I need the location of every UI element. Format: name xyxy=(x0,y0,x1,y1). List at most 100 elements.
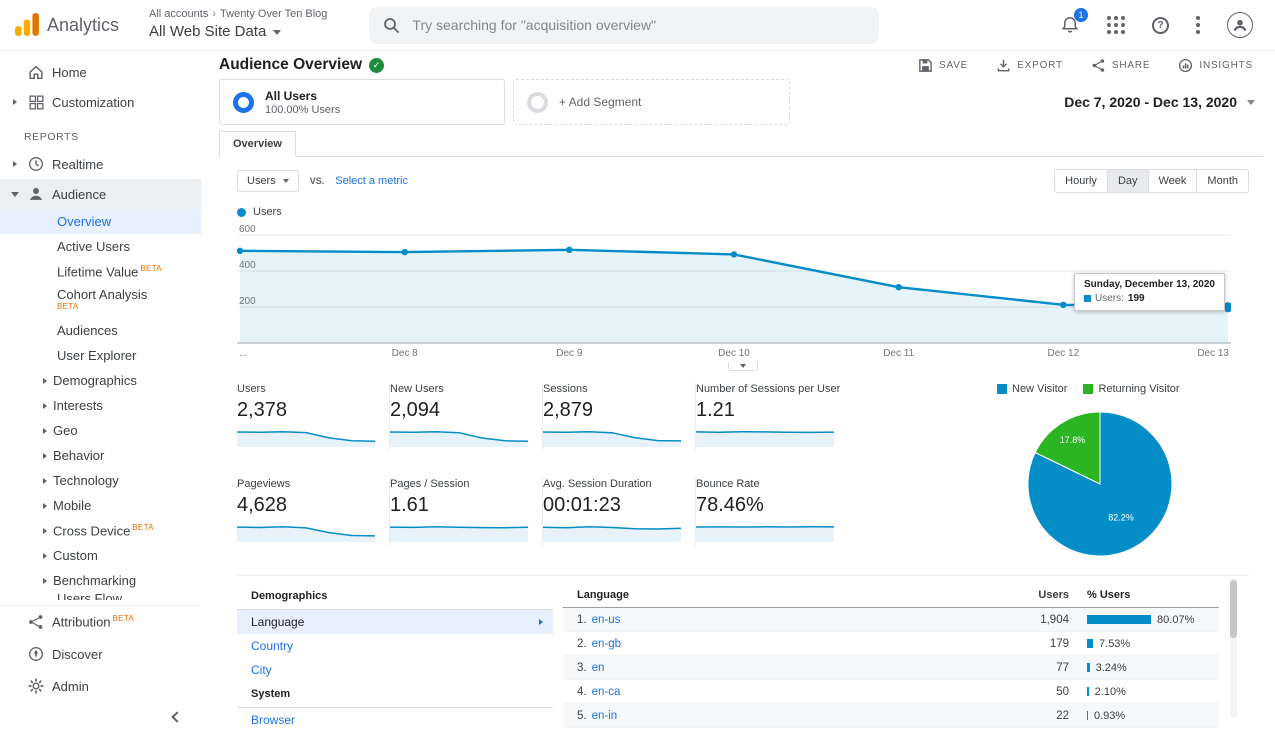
sidebar-item-lifetime-value[interactable]: Lifetime Value BETA xyxy=(0,259,201,284)
date-range-picker[interactable]: Dec 7, 2020 - Dec 13, 2020 xyxy=(1064,94,1263,110)
breadcrumb-root[interactable]: All accounts xyxy=(149,8,208,22)
sidebar-item-custom[interactable]: Custom xyxy=(0,543,201,568)
segment-all-users[interactable]: All Users 100.00% Users xyxy=(219,79,505,125)
share-button[interactable]: SHARE xyxy=(1091,58,1150,73)
sidebar-collapse-button[interactable] xyxy=(0,702,201,732)
language-link[interactable]: en-us xyxy=(592,614,621,626)
insights-button[interactable]: INSIGHTS xyxy=(1178,58,1253,73)
granularity-week-button[interactable]: Week xyxy=(1147,170,1197,192)
sidebar-item-users-flow[interactable]: Users Flow xyxy=(0,593,201,600)
add-segment-button[interactable]: + Add Segment xyxy=(513,79,790,125)
sidebar-item-realtime[interactable]: Realtime xyxy=(0,149,201,179)
language-link[interactable]: en-gb xyxy=(592,638,621,650)
export-button[interactable]: EXPORT xyxy=(996,58,1063,73)
sidebar-item-label: Custom xyxy=(53,548,98,563)
legend-label: Users xyxy=(253,206,282,218)
scorecard-label[interactable]: New Users xyxy=(390,383,530,395)
granularity-toggle: Hourly Day Week Month xyxy=(1054,169,1249,193)
page-title: Audience Overview xyxy=(219,56,363,73)
scorecard-label[interactable]: Bounce Rate xyxy=(696,478,837,490)
sparkline-chart xyxy=(696,526,834,542)
sparkline-chart xyxy=(390,431,528,447)
svg-text:...: ... xyxy=(239,348,247,359)
sidebar-item-technology[interactable]: Technology xyxy=(0,468,201,493)
sidebar-item-attribution[interactable]: Attribution BETA xyxy=(0,606,201,638)
percent-value: 0.93% xyxy=(1094,709,1126,722)
scorecard-value: 1.21 xyxy=(696,399,735,421)
scorecard-label[interactable]: Avg. Session Duration xyxy=(543,478,683,490)
sidebar-item-behavior[interactable]: Behavior xyxy=(0,443,201,468)
visitor-type-pie-chart[interactable]: 82.2% 17.8% xyxy=(1025,409,1175,559)
sidebar-item-label: Audience xyxy=(52,186,107,202)
attribution-icon xyxy=(26,613,46,631)
percent-value: 7.53% xyxy=(1099,637,1131,650)
tab-overview[interactable]: Overview xyxy=(219,131,296,157)
column-header-language[interactable]: Language xyxy=(563,589,959,601)
percent-value: 2.10% xyxy=(1094,685,1126,698)
legend-label: Returning Visitor xyxy=(1098,383,1180,395)
sidebar: Home Customization REPORTS Realtime Audi… xyxy=(0,51,201,732)
table-row: 4. en-ca 50 2.10% xyxy=(563,680,1219,704)
sidebar-item-mobile[interactable]: Mobile xyxy=(0,493,201,518)
granularity-month-button[interactable]: Month xyxy=(1196,170,1248,192)
sidebar-item-user-explorer[interactable]: User Explorer xyxy=(0,343,201,368)
help-button[interactable] xyxy=(1152,16,1169,34)
sidebar-item-cohort-analysis[interactable]: Cohort Analysis BETA xyxy=(0,284,201,318)
scorecard-label[interactable]: Pages / Session xyxy=(390,478,530,490)
metric-dropdown[interactable]: Users xyxy=(237,170,299,192)
sidebar-item-audience[interactable]: Audience xyxy=(0,179,201,209)
more-options-button[interactable] xyxy=(1196,16,1200,34)
save-button[interactable]: SAVE xyxy=(918,58,968,73)
add-segment-label: + Add Segment xyxy=(559,95,642,109)
sidebar-item-admin[interactable]: Admin xyxy=(0,670,201,702)
breadcrumb-current[interactable]: Twenty Over Ten Blog xyxy=(220,8,327,22)
analytics-logo[interactable]: Analytics xyxy=(14,12,119,38)
language-link[interactable]: en-ca xyxy=(592,686,621,698)
scrollbar-track[interactable] xyxy=(1230,578,1237,718)
property-name[interactable]: All Web Site Data xyxy=(149,23,266,42)
dimension-city[interactable]: City xyxy=(237,658,553,682)
dimension-country[interactable]: Country xyxy=(237,634,553,658)
sidebar-item-active-users[interactable]: Active Users xyxy=(0,234,201,259)
language-link[interactable]: en-in xyxy=(592,710,618,722)
dimension-browser[interactable]: Browser xyxy=(237,708,553,732)
users-value: 50 xyxy=(1056,685,1069,698)
language-link[interactable]: en xyxy=(592,662,605,674)
column-header-pct-users[interactable]: % Users xyxy=(1069,589,1219,601)
apps-grid-button[interactable] xyxy=(1107,16,1125,34)
users-series-dot xyxy=(237,207,246,217)
account-avatar[interactable] xyxy=(1227,12,1253,38)
scorecard-pages-per-session: Pages / Session 1.61 xyxy=(390,478,543,546)
sidebar-item-audiences[interactable]: Audiences xyxy=(0,318,201,343)
dimension-language[interactable]: Language xyxy=(237,610,553,634)
search-icon xyxy=(384,17,400,33)
scorecard-label[interactable]: Users xyxy=(237,383,377,395)
search-bar[interactable] xyxy=(369,6,880,44)
granularity-hourly-button[interactable]: Hourly xyxy=(1055,170,1107,192)
scorecard-bounce-rate: Bounce Rate 78.46% xyxy=(696,478,849,546)
returning-visitor-swatch xyxy=(1083,384,1094,394)
app-name: Analytics xyxy=(47,14,120,35)
sidebar-item-geo[interactable]: Geo xyxy=(0,418,201,443)
sidebar-item-overview[interactable]: Overview xyxy=(0,209,201,234)
scorecard-label[interactable]: Pageviews xyxy=(237,478,377,490)
property-picker[interactable]: All accounts Twenty Over Ten Blog All We… xyxy=(149,8,327,42)
sidebar-item-benchmarking[interactable]: Benchmarking xyxy=(0,568,201,593)
timeline-collapse-button[interactable] xyxy=(728,362,758,371)
sidebar-item-demographics[interactable]: Demographics xyxy=(0,368,201,393)
sidebar-item-interests[interactable]: Interests xyxy=(0,393,201,418)
search-input[interactable] xyxy=(412,17,843,33)
notifications-button[interactable]: 1 xyxy=(1060,8,1088,35)
granularity-day-button[interactable]: Day xyxy=(1106,170,1148,192)
sidebar-item-home[interactable]: Home xyxy=(0,57,201,87)
sidebar-item-cross-device[interactable]: Cross Device BETA xyxy=(0,518,201,543)
column-header-users[interactable]: Users xyxy=(959,589,1069,601)
scorecard-label[interactable]: Number of Sessions per User xyxy=(696,383,840,395)
sidebar-item-label: Home xyxy=(52,64,87,80)
scrollbar-thumb[interactable] xyxy=(1230,580,1237,638)
sidebar-item-customization[interactable]: Customization xyxy=(0,87,201,117)
customization-icon xyxy=(26,94,46,111)
scorecard-label[interactable]: Sessions xyxy=(543,383,683,395)
sidebar-item-discover[interactable]: Discover xyxy=(0,638,201,670)
select-metric-link[interactable]: Select a metric xyxy=(335,175,408,187)
